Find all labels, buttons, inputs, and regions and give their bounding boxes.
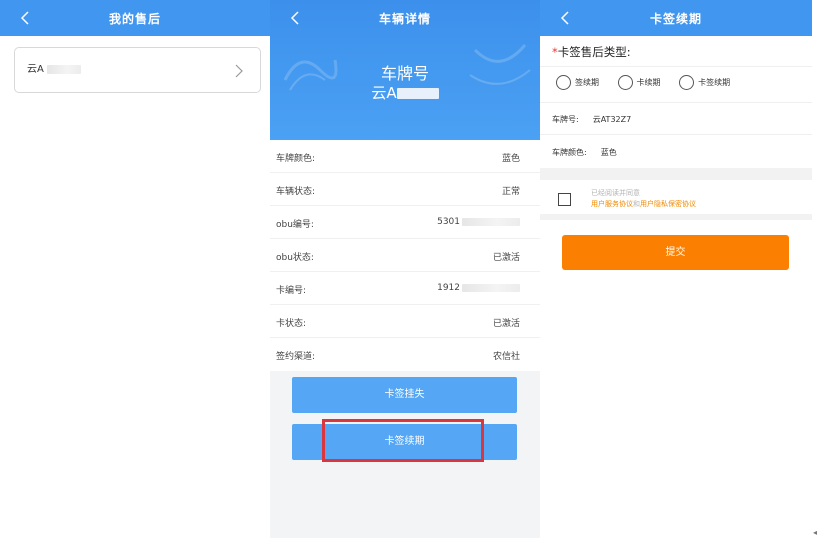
radio-label: 签续期	[575, 78, 599, 87]
service-agreement-link[interactable]: 用户服务协议	[591, 200, 633, 208]
info-row-plate-color: 车牌颜色: 蓝色	[270, 140, 540, 173]
info-label: 车辆状态:	[276, 187, 316, 197]
section-spacer	[540, 168, 812, 180]
renewal-screen: 卡签续期 *卡签售后类型: 签续期 卡续期 卡签续期 车牌号: 云AT32Z7 车…	[540, 0, 812, 538]
vehicle-info-list: 车牌颜色: 蓝色 车辆状态: 正常 obu编号: 5301 obu状态: 已激活…	[270, 140, 540, 371]
highlight-box	[322, 419, 484, 462]
info-row-obu-status: obu状态: 已激活	[270, 239, 540, 272]
plate-number: 云A	[27, 60, 81, 75]
after-sales-screen: 我的售后 云A	[0, 0, 270, 549]
info-label: 卡编号:	[276, 286, 307, 296]
info-label: 签约渠道:	[276, 352, 316, 362]
info-value: 正常	[501, 187, 520, 197]
info-label: 卡状态:	[276, 319, 307, 329]
divider	[540, 66, 812, 67]
service-type-label: *卡签售后类型:	[552, 45, 631, 59]
field-label: 车牌号:	[552, 115, 579, 124]
info-value: 蓝色	[501, 154, 520, 164]
info-label: obu编号:	[276, 220, 314, 230]
field-value: 蓝色	[600, 148, 617, 157]
radio-circle-icon	[679, 75, 695, 90]
info-row-card-number: 卡编号: 1912	[270, 272, 540, 305]
plate-label: 车牌号	[380, 64, 429, 83]
redacted-plate	[46, 64, 81, 74]
top-bar: 我的售后	[0, 0, 270, 36]
service-type-options: 签续期 卡续期 卡签续期	[556, 75, 746, 90]
info-value: 5301	[437, 217, 520, 227]
divider	[540, 102, 812, 103]
page-title: 我的售后	[108, 12, 161, 26]
info-label: 车牌颜色:	[276, 154, 316, 164]
top-bar: 卡签续期	[540, 0, 812, 36]
info-row-vehicle-status: 车辆状态: 正常	[270, 173, 540, 206]
chevron-right-icon	[235, 64, 243, 78]
info-row-sign-channel: 签约渠道: 农信社	[270, 338, 540, 371]
radio-circle-icon	[556, 75, 571, 90]
plate-field: 车牌号: 云AT32Z7	[552, 114, 631, 125]
plate-color-field: 车牌颜色: 蓝色	[552, 147, 617, 158]
info-value: 农信社	[492, 352, 520, 362]
page-title: 卡签续期	[649, 12, 702, 26]
radio-label: 卡签续期	[698, 78, 731, 87]
info-value: 已激活	[492, 253, 520, 263]
info-value: 已激活	[492, 319, 520, 329]
redacted-number	[462, 217, 520, 226]
agreement-checkbox[interactable]	[558, 193, 571, 206]
redacted-number	[462, 283, 520, 292]
submit-button[interactable]: 提交	[562, 235, 789, 270]
redacted-plate	[396, 88, 439, 99]
info-row-obu-number: obu编号: 5301	[270, 206, 540, 239]
edge-artifact: ◂	[813, 528, 817, 537]
radio-circle-icon	[617, 75, 633, 90]
radio-option[interactable]: 卡续期	[617, 75, 661, 90]
section-spacer	[540, 214, 812, 220]
page-title: 车辆详情	[378, 12, 431, 26]
info-row-card-status: 卡状态: 已激活	[270, 305, 540, 338]
agreement-links: 用户服务协议和用户隐私保密协议	[591, 199, 696, 209]
vehicle-list-item[interactable]: 云A	[14, 47, 261, 93]
plate-header: 车辆详情 车牌号 云A	[270, 0, 540, 140]
radio-label: 卡续期	[636, 78, 661, 87]
radio-option[interactable]: 卡签续期	[679, 75, 730, 90]
report-loss-button[interactable]: 卡签挂失	[292, 377, 517, 413]
privacy-agreement-link[interactable]: 用户隐私保密协议	[640, 200, 696, 208]
agreement-separator: 和	[633, 200, 640, 208]
divider	[540, 134, 812, 135]
info-value: 1912	[437, 283, 520, 293]
vehicle-detail-screen: 车辆详情 车牌号 云A 车牌颜色: 蓝色 车辆状态: 正常 obu编号: 530…	[270, 0, 540, 538]
plate-number: 云A	[270, 82, 540, 103]
agreement-text: 已经阅读并同意	[591, 189, 640, 197]
radio-option[interactable]: 签续期	[556, 75, 599, 90]
field-label: 车牌颜色:	[552, 148, 587, 157]
field-value: 云AT32Z7	[592, 115, 632, 124]
info-label: obu状态:	[276, 253, 314, 263]
